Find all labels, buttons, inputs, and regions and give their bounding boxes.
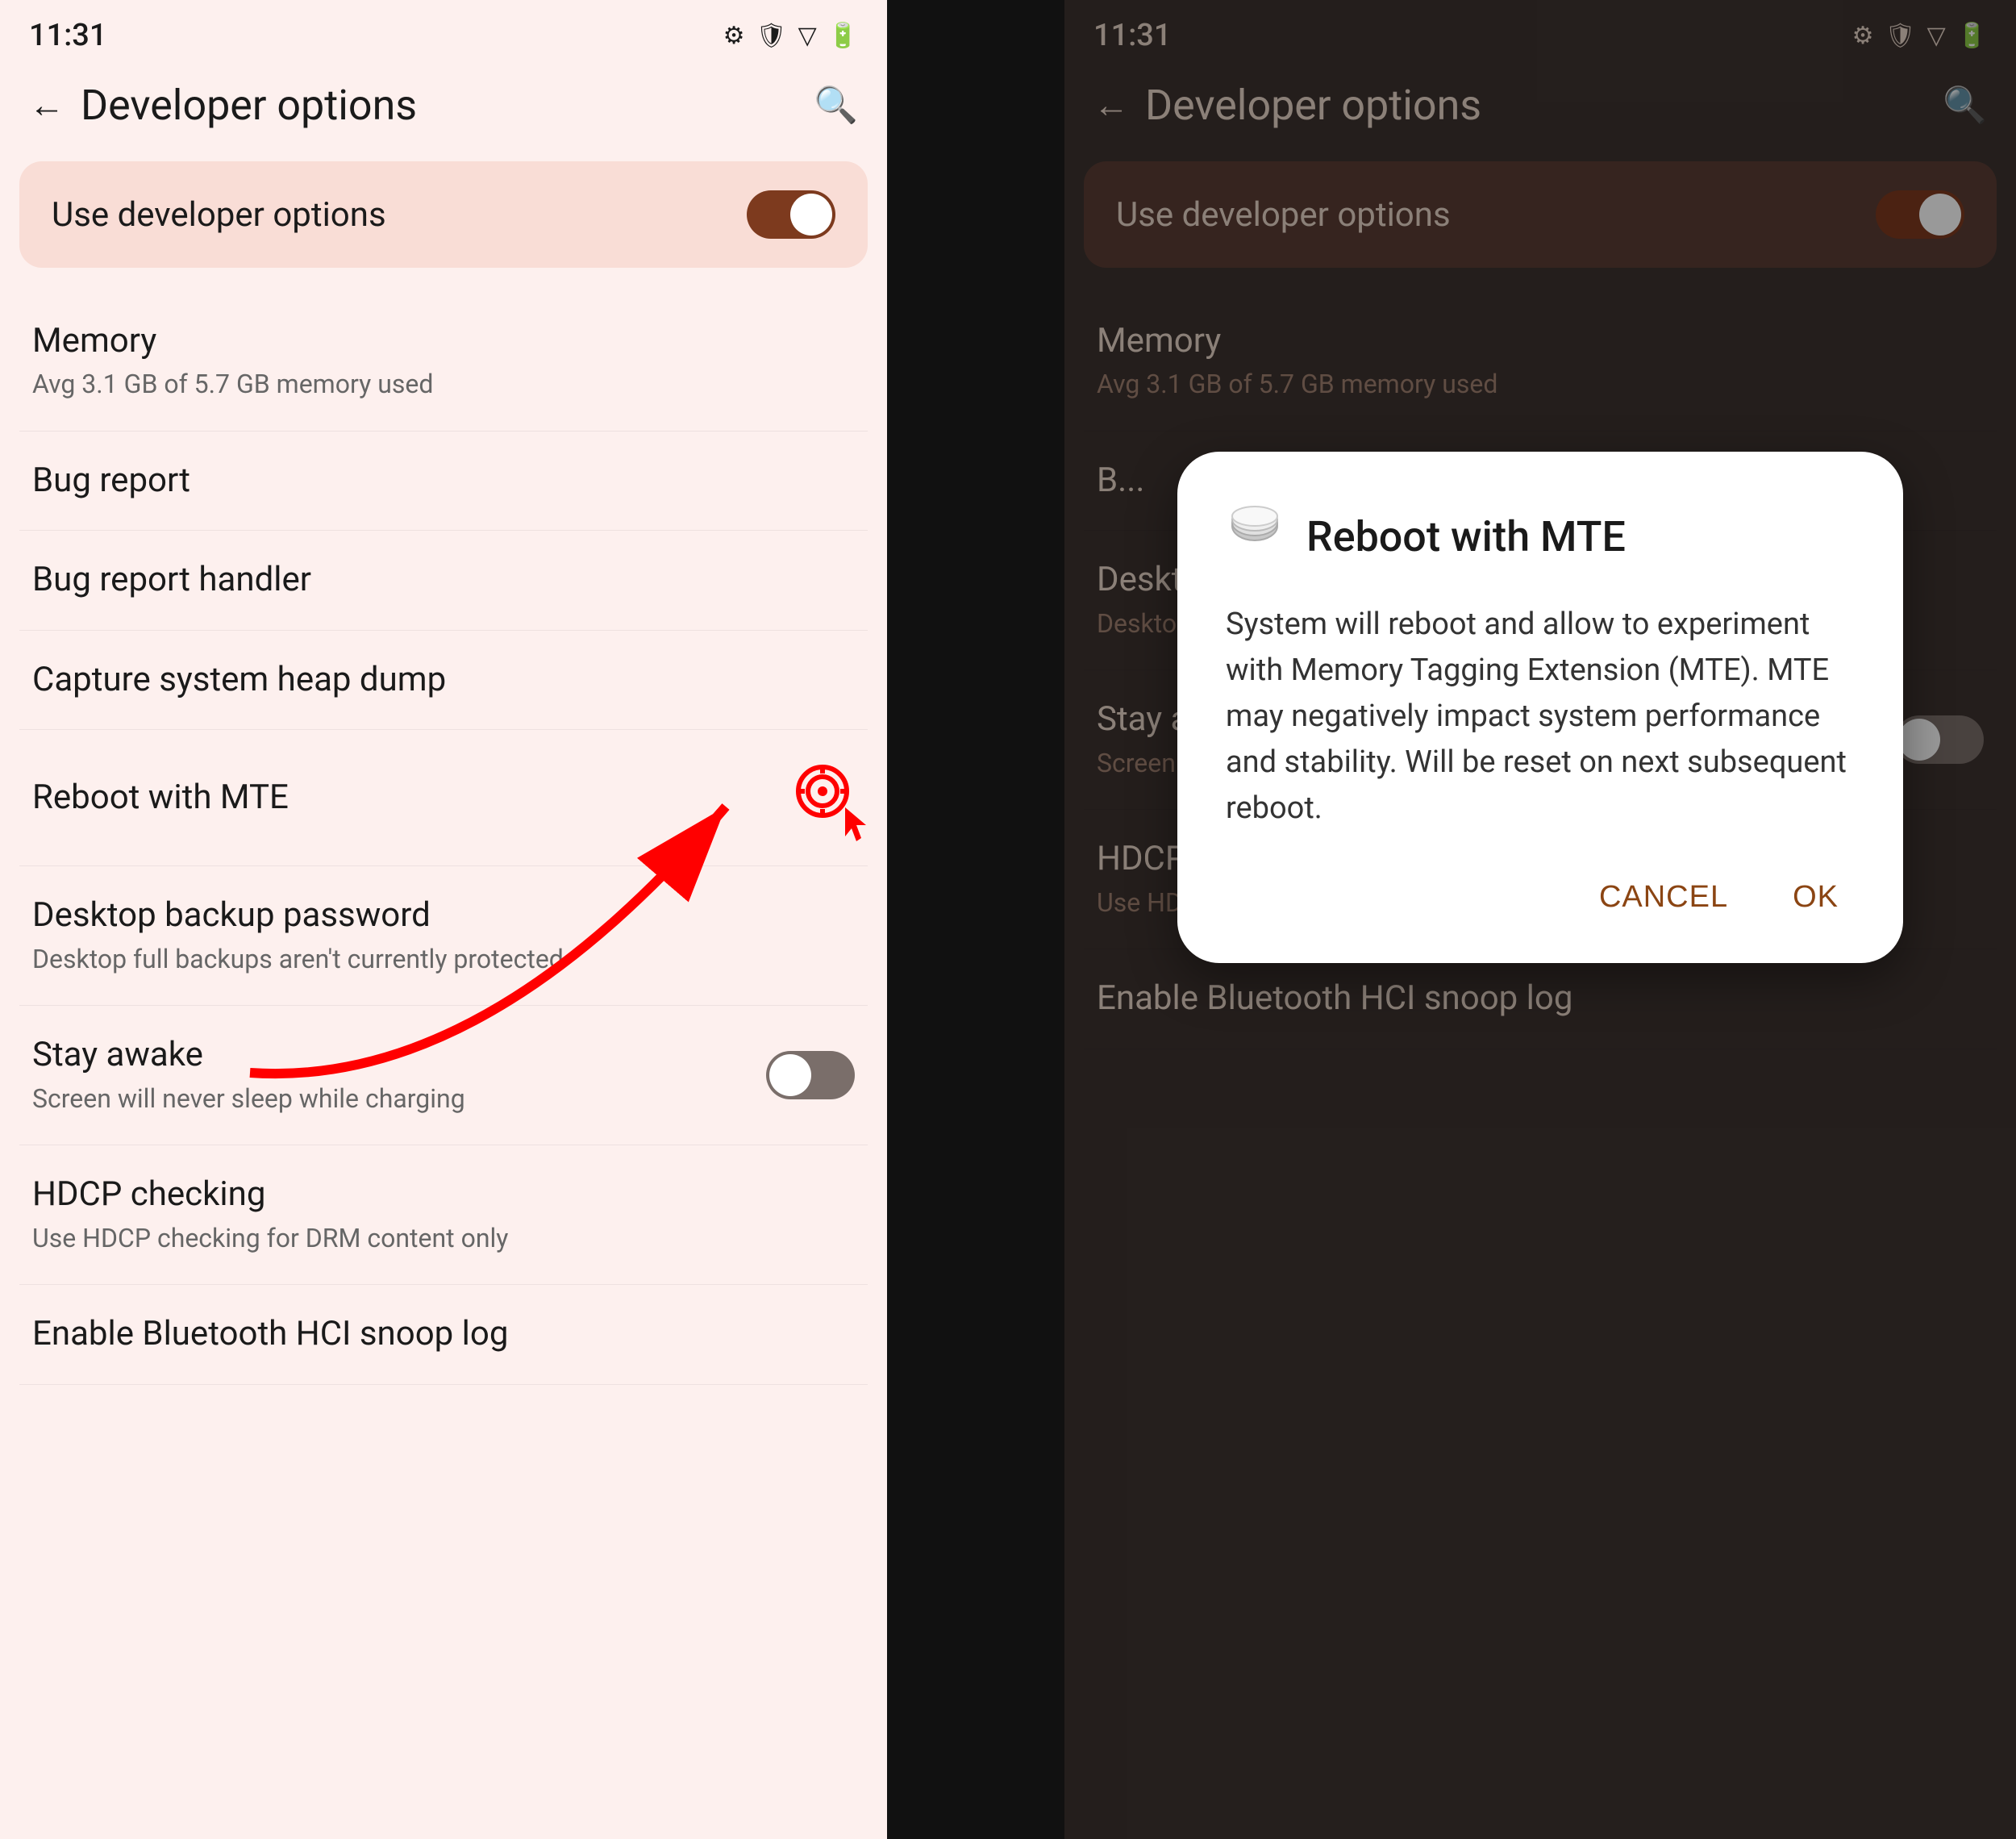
item-title-heap-dump: Capture system heap dump — [32, 660, 855, 700]
dialog-icon — [1226, 500, 1284, 573]
wifi-icon-left: ▽ — [798, 22, 817, 50]
list-item-bug-report[interactable]: Bug report — [19, 432, 868, 531]
list-item-stay-awake[interactable]: Stay awake Screen will never sleep while… — [19, 1006, 868, 1145]
settings-icon-left: ⚙ — [723, 22, 745, 50]
toggle-knob-left — [790, 194, 832, 236]
dialog-header: Reboot with MTE — [1226, 500, 1855, 573]
dev-options-card-left[interactable]: Use developer options — [19, 161, 868, 268]
center-divider — [887, 0, 1064, 1839]
back-button-left[interactable]: ← — [29, 84, 65, 126]
list-item-heap-dump[interactable]: Capture system heap dump — [19, 631, 868, 730]
item-title-memory: Memory — [32, 321, 855, 361]
item-subtitle-memory: Avg 3.1 GB of 5.7 GB memory used — [32, 368, 855, 402]
item-title-bug-report: Bug report — [32, 461, 855, 501]
page-title-left: Developer options — [81, 81, 814, 130]
dialog-overlay: Reboot with MTE System will reboot and a… — [1064, 0, 2016, 1839]
reboot-mte-dialog: Reboot with MTE System will reboot and a… — [1177, 452, 1903, 963]
dialog-body: System will reboot and allow to experime… — [1226, 602, 1855, 832]
status-bar-left: 11:31 ⚙ 🛡 ▽ 🔋 — [0, 0, 887, 65]
dev-options-label-left: Use developer options — [52, 195, 386, 235]
item-subtitle-desktop-backup: Desktop full backups aren't currently pr… — [32, 943, 855, 977]
list-item-bug-report-handler[interactable]: Bug report handler — [19, 531, 868, 630]
item-title-desktop-backup: Desktop backup password — [32, 895, 855, 936]
stay-awake-toggle-left[interactable] — [766, 1051, 855, 1099]
item-title-reboot-mte: Reboot with MTE — [32, 778, 774, 818]
list-item-hdcp[interactable]: HDCP checking Use HDCP checking for DRM … — [19, 1145, 868, 1285]
settings-list-left: Memory Avg 3.1 GB of 5.7 GB memory used … — [0, 292, 887, 1839]
item-subtitle-hdcp: Use HDCP checking for DRM content only — [32, 1222, 855, 1256]
dialog-cancel-button[interactable]: Cancel — [1583, 872, 1744, 923]
dev-options-toggle-left[interactable] — [747, 190, 835, 239]
cursor-annotation — [790, 759, 855, 836]
battery-icon-left: 🔋 — [828, 22, 858, 50]
item-title-bug-report-handler: Bug report handler — [32, 560, 855, 600]
right-panel: 11:31 ⚙ 🛡 ▽ 🔋 ← Developer options 🔍 Use … — [1064, 0, 2016, 1839]
list-item-reboot-mte[interactable]: Reboot with MTE — [19, 730, 868, 866]
list-item-desktop-backup[interactable]: Desktop backup password Desktop full bac… — [19, 866, 868, 1006]
status-icons-left: ⚙ 🛡 ▽ 🔋 — [723, 22, 858, 50]
top-nav-left: ← Developer options 🔍 — [0, 65, 887, 145]
item-title-bluetooth: Enable Bluetooth HCI snoop log — [32, 1314, 855, 1354]
item-title-stay-awake: Stay awake — [32, 1035, 766, 1075]
status-time-left: 11:31 — [29, 18, 106, 53]
shield-icon-left: 🛡 — [756, 22, 786, 50]
list-item-bluetooth[interactable]: Enable Bluetooth HCI snoop log — [19, 1285, 868, 1384]
left-panel: 11:31 ⚙ 🛡 ▽ 🔋 ← Developer options 🔍 Use … — [0, 0, 887, 1839]
stay-awake-toggle-knob-left — [769, 1054, 811, 1096]
dialog-title: Reboot with MTE — [1306, 512, 1626, 561]
dialog-ok-button[interactable]: OK — [1776, 872, 1855, 923]
item-title-hdcp: HDCP checking — [32, 1174, 855, 1215]
search-button-left[interactable]: 🔍 — [814, 84, 858, 126]
dialog-buttons: Cancel OK — [1226, 872, 1855, 923]
item-subtitle-stay-awake: Screen will never sleep while charging — [32, 1082, 766, 1116]
list-item-memory[interactable]: Memory Avg 3.1 GB of 5.7 GB memory used — [19, 292, 868, 432]
